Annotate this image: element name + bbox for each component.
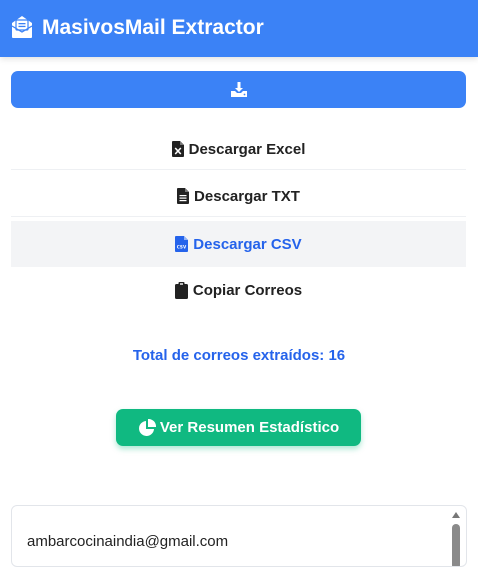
menu-item-label: Copiar Correos: [192, 281, 303, 299]
divider: [11, 169, 466, 170]
download-icon: [231, 82, 247, 97]
menu-item-copy[interactable]: Copiar Correos: [11, 267, 466, 313]
menu-item-txt[interactable]: Descargar TXT: [11, 173, 466, 219]
file-excel-icon: [171, 141, 184, 157]
file-lines-icon: [177, 188, 190, 204]
total-emails-count: Total de correos extraídos: 16: [132, 347, 346, 364]
stats-button-label: Ver Resumen Estadístico: [159, 419, 340, 436]
menu-item-label: Descargar TXT: [194, 187, 300, 205]
menu-item-label: Descargar CSV: [193, 235, 302, 253]
email-list[interactable]: ambarcocinaindia@gmail.com: [11, 505, 467, 567]
menu-item-label: Descargar Excel: [188, 140, 306, 158]
app-title: MasivosMail Extractor: [42, 16, 264, 39]
scrollbar[interactable]: [451, 508, 463, 566]
menu-item-csv[interactable]: CSV Descargar CSV: [11, 221, 466, 267]
file-csv-icon: CSV: [175, 236, 189, 252]
menu-item-excel[interactable]: Descargar Excel: [11, 126, 466, 172]
chart-pie-icon: [138, 418, 156, 436]
clipboard-icon: [174, 281, 188, 299]
svg-text:CSV: CSV: [177, 245, 187, 250]
scrollbar-thumb[interactable]: [452, 524, 460, 566]
scroll-up-arrow-icon[interactable]: [452, 512, 460, 518]
email-list-item: ambarcocinaindia@gmail.com: [27, 533, 229, 550]
app-header: MasivosMail Extractor: [0, 0, 478, 57]
download-button[interactable]: [11, 71, 466, 108]
envelope-open-text-icon: [11, 16, 33, 38]
divider: [11, 216, 466, 217]
stats-summary-button[interactable]: Ver Resumen Estadístico: [116, 409, 361, 446]
